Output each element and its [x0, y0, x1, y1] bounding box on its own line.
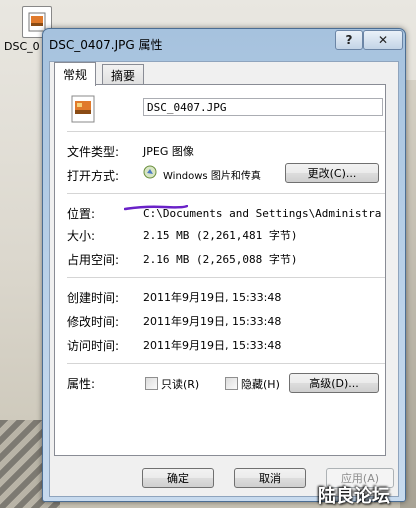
- file-type-value: JPEG 图像: [143, 145, 194, 158]
- dialog-client: 常规 摘要 DSC_0407.JPG 文件类型: JPEG 图像 打开方式: W…: [49, 61, 399, 497]
- size-label: 大小:: [67, 229, 96, 243]
- separator: [67, 277, 385, 278]
- cancel-button[interactable]: 取消: [234, 468, 306, 488]
- tab-summary[interactable]: 摘要: [102, 64, 145, 85]
- properties-window: DSC_0407.JPG 属性 ? ✕ 常规 摘要 DSC_0407.JPG 文…: [42, 28, 406, 502]
- desktop-file-label[interactable]: DSC_0: [4, 40, 42, 53]
- readonly-checkbox[interactable]: [145, 377, 158, 390]
- open-with-label: 打开方式:: [67, 169, 120, 183]
- created-label: 创建时间:: [67, 291, 120, 305]
- title-bar[interactable]: DSC_0407.JPG 属性 ? ✕: [43, 29, 405, 57]
- file-name-input[interactable]: DSC_0407.JPG: [143, 98, 383, 116]
- tab-general[interactable]: 常规: [54, 62, 97, 86]
- annotation-underline: [124, 205, 188, 211]
- separator: [67, 193, 385, 194]
- separator: [67, 363, 385, 364]
- image-file-icon: [71, 95, 95, 123]
- location-label: 位置:: [67, 207, 96, 221]
- size-value: 2.15 MB (2,261,481 字节): [143, 229, 298, 242]
- attributes-label: 属性:: [67, 377, 96, 391]
- close-button[interactable]: ✕: [363, 30, 403, 50]
- advanced-button[interactable]: 高级(D)...: [289, 373, 379, 393]
- hidden-checkbox[interactable]: [225, 377, 238, 390]
- window-title: DSC_0407.JPG 属性: [49, 38, 163, 52]
- help-button[interactable]: ?: [335, 30, 363, 50]
- size-on-disk-label: 占用空间:: [67, 253, 120, 267]
- change-button[interactable]: 更改(C)...: [285, 163, 379, 183]
- general-panel: DSC_0407.JPG 文件类型: JPEG 图像 打开方式: Windows…: [54, 84, 386, 456]
- watermark-text: 陆良论坛: [318, 486, 390, 507]
- ok-button[interactable]: 确定: [142, 468, 214, 488]
- size-on-disk-value: 2.16 MB (2,265,088 字节): [143, 253, 298, 266]
- accessed-value: 2011年9月19日, 15:33:48: [143, 339, 282, 352]
- accessed-label: 访问时间:: [67, 339, 120, 353]
- image-viewer-icon: [143, 165, 157, 179]
- file-type-label: 文件类型:: [67, 145, 120, 159]
- created-value: 2011年9月19日, 15:33:48: [143, 291, 282, 304]
- modified-label: 修改时间:: [67, 315, 120, 329]
- open-with-value: Windows 图片和传真: [163, 171, 261, 182]
- modified-value: 2011年9月19日, 15:33:48: [143, 315, 282, 328]
- hidden-label[interactable]: 隐藏(H): [241, 376, 280, 392]
- readonly-label[interactable]: 只读(R): [161, 376, 199, 392]
- separator: [67, 131, 385, 132]
